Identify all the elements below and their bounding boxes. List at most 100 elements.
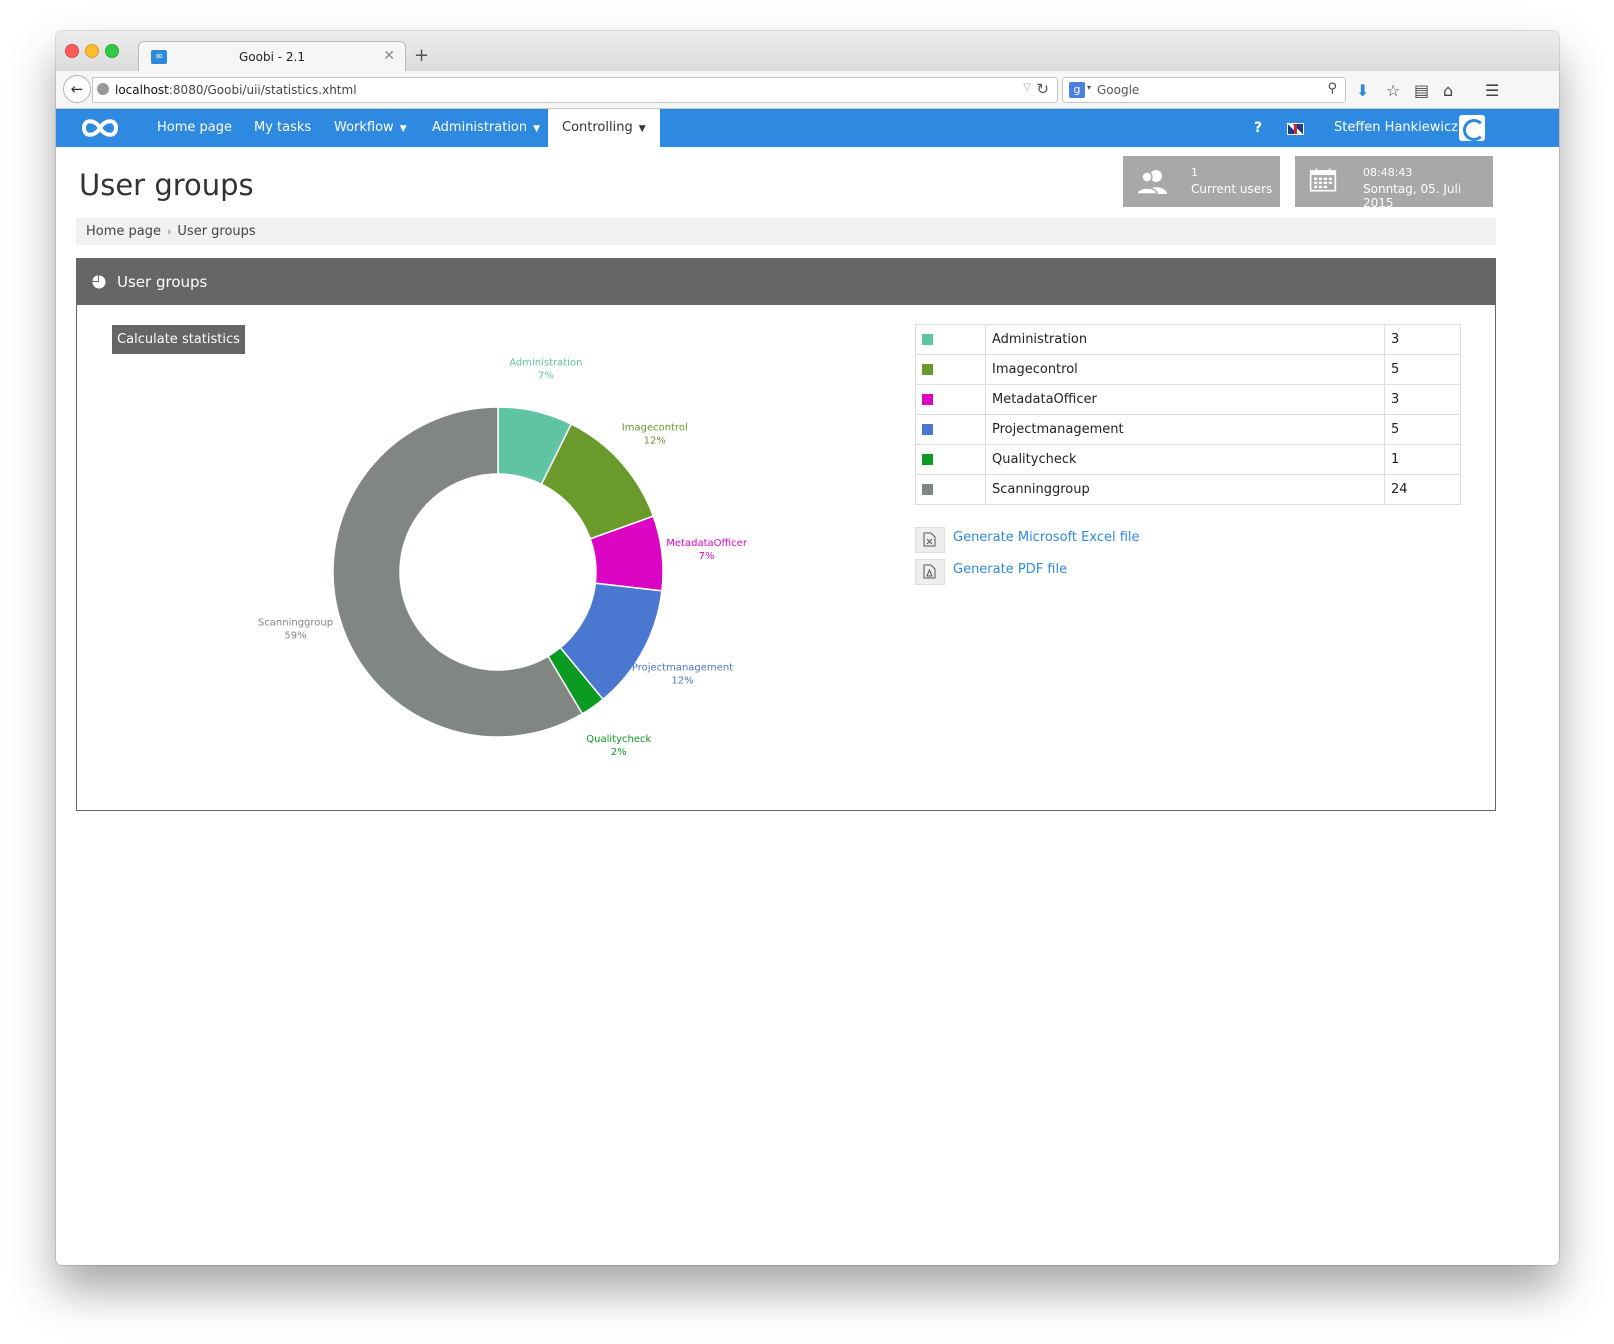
url-dropdown-icon[interactable]: ▽ [1023,82,1031,93]
panel-title: User groups [117,273,208,291]
zoom-window-button[interactable] [105,44,119,58]
slice-label-percent: 12% [644,435,666,446]
current-users-box[interactable]: 1 Current users [1123,156,1280,207]
group-count-cell: 1 [1384,444,1461,475]
group-name-cell: Projectmanagement [985,414,1385,445]
group-count-cell: 5 [1384,354,1461,385]
calendar-icon [1309,168,1337,192]
nav-administration[interactable]: Administration ▼ [418,109,554,147]
group-count-cell: 5 [1384,414,1461,445]
pdf-file-icon[interactable] [915,559,945,585]
excel-file-icon[interactable] [915,527,945,553]
search-input[interactable]: Google [1097,83,1139,97]
google-icon[interactable]: g [1069,82,1085,98]
group-count-cell: 24 [1384,474,1461,505]
table-row: Projectmanagement 5 [915,414,1461,445]
nav-administration-label: Administration [432,120,528,135]
current-users-label: Current users [1191,182,1273,196]
group-name-cell: Qualitycheck [985,444,1385,475]
browser-window: ∞ Goobi - 2.1 ✕ + ← localhost:8080/Goobi… [56,31,1559,1265]
slice-label-percent: 7% [538,371,554,382]
search-engine-caret-icon[interactable]: ▾ [1087,83,1091,92]
calculate-statistics-button[interactable]: Calculate statistics [112,325,245,354]
user-groups-table: Administration 3 Imagecontrol 5 MetadataOffi… [915,324,1461,505]
nav-controlling[interactable]: Controlling ▼ [548,109,660,147]
user-avatar[interactable] [1459,115,1485,141]
globe-icon [97,83,109,95]
chevron-down-icon: ▼ [399,124,407,134]
title-bar: ∞ Goobi - 2.1 ✕ + [56,31,1559,73]
goobi-logo-icon[interactable] [78,113,122,143]
minimize-window-button[interactable] [85,44,99,58]
english-flag-icon[interactable] [1287,123,1304,135]
slice-label-name: Projectmanagement [632,662,733,673]
group-name-cell: Scanninggroup [985,474,1385,505]
current-users-count: 1 [1191,166,1198,179]
nav-workflow[interactable]: Workflow ▼ [320,109,421,147]
breadcrumb-current: User groups [177,224,256,239]
color-swatch [922,454,933,465]
table-row: Imagecontrol 5 [915,354,1461,385]
panel-header: User groups [77,259,1495,305]
slice-label-name: Administration [509,358,582,369]
color-swatch-cell [915,474,986,505]
slice-label-name: Imagecontrol [622,422,688,433]
search-icon[interactable]: ⚲ [1327,81,1337,96]
nav-controlling-label: Controlling [562,120,633,135]
user-groups-panel: User groups Calculate statistics Adminis… [76,258,1496,811]
bookmark-star-icon[interactable]: ☆ [1386,81,1400,100]
slice-label-name: MetadataOfficer [666,538,748,549]
search-bar[interactable]: g ▾ Google ⚲ [1062,77,1346,103]
nav-my-tasks[interactable]: My tasks [240,109,325,147]
color-swatch [922,364,933,375]
breadcrumb-home-link[interactable]: Home page [86,224,161,239]
user-menu[interactable]: Steffen Hankiewicz [1334,109,1458,147]
url-host: localhost [115,83,169,97]
user-groups-donut-chart: Administration 7% Imagecontrol 12% MetadataO… [258,358,748,758]
color-swatch-cell [915,354,986,385]
new-tab-button[interactable]: + [414,45,429,66]
slice-label-name: Qualitycheck [586,734,651,745]
chevron-down-icon: ▼ [533,124,541,134]
reading-list-icon[interactable]: ▤ [1414,81,1429,100]
nav-home-page-label: Home page [157,120,232,135]
home-icon[interactable]: ⌂ [1443,81,1453,100]
date-time-box: 08:48:43 Sonntag, 05. Juli 2015 [1295,156,1493,210]
table-row: Scanninggroup 24 [915,474,1461,505]
address-bar[interactable]: localhost:8080/Goobi/uii/statistics.xhtm… [92,77,1058,103]
color-swatch [922,424,933,435]
reload-icon[interactable]: ↻ [1036,80,1049,98]
generate-pdf-link[interactable]: Generate PDF file [953,562,1067,577]
current-date: Sonntag, 05. Juli 2015 [1363,182,1462,210]
page-title: User groups [79,168,254,202]
color-swatch-cell [915,414,986,445]
slice-label-name: Scanninggroup [258,618,333,629]
table-row: Administration 3 [915,324,1461,355]
group-count-cell: 3 [1384,384,1461,415]
generate-excel-link[interactable]: Generate Microsoft Excel file [953,530,1140,545]
group-count-cell: 3 [1384,324,1461,355]
slice-label-percent: 59% [284,631,306,642]
download-icon[interactable]: ⬇ [1356,81,1369,100]
app-navbar: Home page My tasks Workflow ▼ Administrat… [56,109,1559,147]
back-button[interactable]: ← [63,75,91,103]
slice-label-percent: 7% [699,551,715,562]
browser-tab[interactable]: ∞ Goobi - 2.1 ✕ [138,41,406,73]
pie-chart-icon [92,275,106,289]
color-swatch [922,334,933,345]
color-swatch-cell [915,324,986,355]
group-name-cell: MetadataOfficer [985,384,1385,415]
menu-icon[interactable]: ☰ [1485,81,1499,100]
browser-toolbar: ← localhost:8080/Goobi/uii/statistics.xh… [56,71,1559,109]
users-icon [1136,170,1167,194]
table-row: MetadataOfficer 3 [915,384,1461,415]
current-time: 08:48:43 [1363,166,1413,179]
slice-label-percent: 2% [611,747,627,758]
nav-home-page[interactable]: Home page [143,109,246,147]
tab-title: Goobi - 2.1 [239,50,305,64]
help-button[interactable]: ? [1254,109,1262,147]
tab-close-icon[interactable]: ✕ [383,48,395,64]
table-row: Qualitycheck 1 [915,444,1461,475]
close-window-button[interactable] [65,44,79,58]
nav-workflow-label: Workflow [334,120,394,135]
